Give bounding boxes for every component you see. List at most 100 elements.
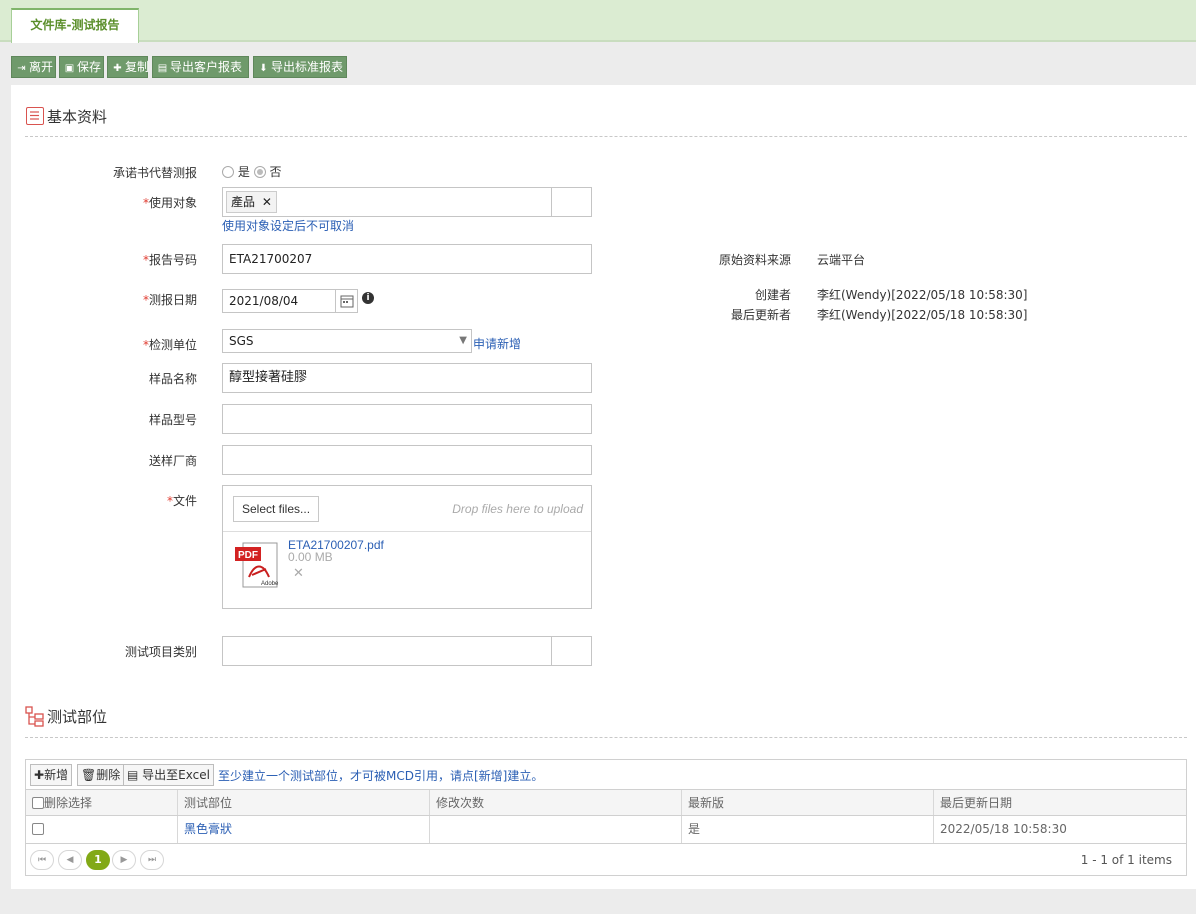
drop-hint: Drop files here to upload <box>452 502 583 516</box>
lab-value: SGS <box>229 334 254 348</box>
test-category-multiselect[interactable] <box>222 636 592 666</box>
plus-icon: ✚ <box>113 63 122 74</box>
first-page-icon[interactable]: ⏮ <box>30 850 54 870</box>
commitment-label: 承诺书代替测报 <box>112 166 197 180</box>
report-date-value: 2021/08/04 <box>229 294 299 308</box>
export-standard-report-button[interactable]: ⬇ 导出标准报表 <box>253 56 347 78</box>
report-date-picker[interactable]: 2021/08/04 <box>222 289 358 313</box>
list-icon <box>26 107 44 125</box>
pager-summary: 1 - 1 of 1 items <box>1080 853 1172 867</box>
col-delete-select-label: 删除选择 <box>44 796 93 810</box>
commitment-radio-group: 是 否 <box>222 163 282 180</box>
row-checkbox[interactable] <box>32 823 44 835</box>
grid-pager: ⏮ ◀ 1 ▶ ⏭ 1 - 1 of 1 items <box>25 844 1187 876</box>
col-latest[interactable]: 最新版 <box>681 790 933 815</box>
report-date-label: *测报日期 <box>142 293 197 307</box>
remove-tag-icon[interactable]: ✕ <box>262 195 272 209</box>
target-multiselect[interactable]: 產品 ✕ <box>222 187 592 217</box>
chevron-down-icon: ▼ <box>459 335 467 346</box>
add-part-label: 新增 <box>44 768 69 782</box>
target-label: *使用对象 <box>142 196 197 210</box>
export-customer-report-button[interactable]: ▤ 导出客户报表 <box>152 56 249 78</box>
calendar-icon[interactable] <box>335 290 357 312</box>
add-part-button[interactable]: ✚新增 <box>30 764 73 786</box>
target-tag-label: 產品 <box>231 195 256 209</box>
sample-name-input[interactable]: 醇型接著硅膠 <box>222 363 592 393</box>
top-tab-bar: 文件库-测试报告 <box>0 0 1196 43</box>
supplier-label: 送样厂商 <box>148 454 197 468</box>
form-panel: 基本资料 承诺书代替测报 是 否 *使用对象 產品 ✕ 使用对象设定后不可取消 … <box>11 85 1196 889</box>
target-label-text: 使用对象 <box>148 196 197 210</box>
row-part-cell: 黑色膏狀 <box>177 816 429 843</box>
leave-button[interactable]: ⇥ 离开 <box>11 56 56 78</box>
radio-no-label: 否 <box>269 165 282 179</box>
radio-yes-label: 是 <box>237 165 250 179</box>
delete-part-label: 删除 <box>96 768 121 782</box>
report-no-label: *报告号码 <box>142 253 197 267</box>
lab-select[interactable]: SGS ▼ <box>222 329 472 353</box>
copy-button[interactable]: ✚ 复制 <box>107 56 150 78</box>
grid-header: 删除选择 测试部位 修改次数 最新版 最后更新日期 <box>25 789 1187 816</box>
file-label-text: 文件 <box>172 494 197 508</box>
sample-model-label: 样品型号 <box>148 413 197 427</box>
remove-file-icon[interactable]: ✕ <box>293 566 304 581</box>
row-revisions-cell <box>429 816 681 843</box>
section-divider <box>25 737 1187 738</box>
supplier-input[interactable] <box>222 445 592 475</box>
tab-document-library-test-report[interactable]: 文件库-测试报告 <box>11 8 139 43</box>
lab-label-text: 检测单位 <box>148 338 197 352</box>
lab-label: *检测单位 <box>142 338 197 352</box>
tree-icon <box>25 706 47 728</box>
select-all-checkbox[interactable] <box>32 797 44 809</box>
col-revisions[interactable]: 修改次数 <box>429 790 681 815</box>
file-upload-area[interactable]: Select files... Drop files here to uploa… <box>222 485 592 609</box>
basic-info-title: 基本资料 <box>47 108 108 126</box>
last-page-icon[interactable]: ⏭ <box>140 850 164 870</box>
info-icon[interactable]: i <box>362 292 374 304</box>
col-delete-select: 删除选择 <box>26 790 177 815</box>
pdf-file-icon: PDF Adobe <box>235 541 281 589</box>
col-updated[interactable]: 最后更新日期 <box>933 790 1186 815</box>
row-part-link[interactable]: 黑色膏狀 <box>184 822 232 836</box>
page-number-current[interactable]: 1 <box>86 850 110 870</box>
uploaded-file-size: 0.00 MB <box>288 550 333 564</box>
grid-toolbar: ✚新增 🗑删除 ▤ 导出至Excel 至少建立一个测试部位，才可被MCD引用，请… <box>25 759 1187 789</box>
row-select-cell <box>26 816 177 843</box>
test-parts-title: 测试部位 <box>47 708 108 726</box>
section-divider <box>25 136 1187 137</box>
excel-icon: ▤ <box>127 768 139 782</box>
target-hint: 使用对象设定后不可取消 <box>222 219 355 233</box>
leave-label: 离开 <box>29 60 54 74</box>
save-button[interactable]: ▣ 保存 <box>59 56 104 78</box>
export-standard-label: 导出标准报表 <box>271 60 344 74</box>
svg-text:Adobe: Adobe <box>261 581 279 587</box>
prev-page-icon[interactable]: ◀ <box>58 850 82 870</box>
exit-icon: ⇥ <box>17 63 26 74</box>
excel-icon: ▤ <box>157 63 168 74</box>
table-row: 黑色膏狀 是 2022/05/18 10:58:30 <box>25 816 1187 844</box>
select-files-button[interactable]: Select files... <box>233 496 320 522</box>
delete-part-button[interactable]: 🗑删除 <box>77 764 125 786</box>
row-updated-cell: 2022/05/18 10:58:30 <box>933 816 1186 843</box>
save-label: 保存 <box>77 60 102 74</box>
parts-hint: 至少建立一个测试部位，才可被MCD引用，请点[新增]建立。 <box>218 769 544 783</box>
target-tag: 產品 ✕ <box>226 191 277 213</box>
svg-text:PDF: PDF <box>238 550 258 561</box>
sample-model-input[interactable] <box>222 404 592 434</box>
sample-name-label: 样品名称 <box>148 372 197 386</box>
updater-value: 李红(Wendy)[2022/05/18 10:58:30] <box>817 308 1028 322</box>
apply-new-lab-link[interactable]: 申请新增 <box>473 335 521 352</box>
next-page-icon[interactable]: ▶ <box>112 850 136 870</box>
creator-value: 李红(Wendy)[2022/05/18 10:58:30] <box>817 288 1028 302</box>
download-icon: ⬇ <box>259 63 268 74</box>
col-test-part[interactable]: 测试部位 <box>177 790 429 815</box>
export-customer-label: 导出客户报表 <box>170 60 243 74</box>
radio-no[interactable] <box>253 166 266 178</box>
report-no-input[interactable]: ETA21700207 <box>222 244 592 274</box>
file-label: *文件 <box>166 494 197 508</box>
export-excel-button[interactable]: ▤ 导出至Excel <box>123 764 214 786</box>
radio-yes[interactable] <box>222 166 234 178</box>
source-value: 云端平台 <box>817 253 866 267</box>
copy-label: 复制 <box>125 60 150 74</box>
report-no-label-text: 报告号码 <box>148 253 197 267</box>
